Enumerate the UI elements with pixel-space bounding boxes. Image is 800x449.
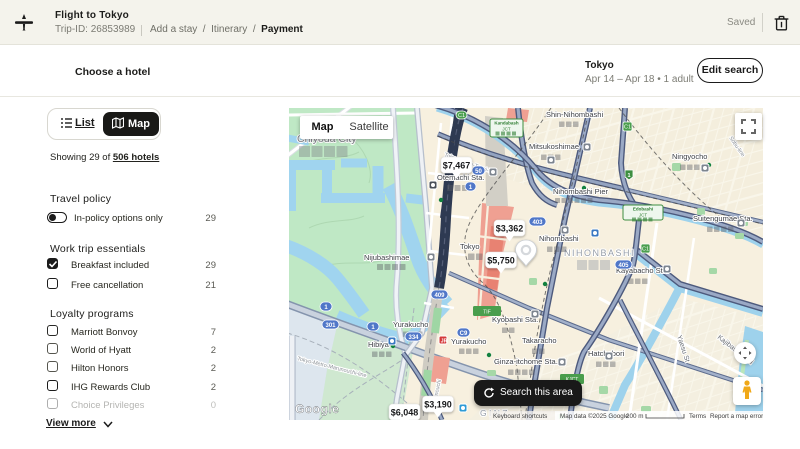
svg-text:$3,190: $3,190	[424, 399, 452, 409]
svg-text:Report a map error: Report a map error	[710, 413, 763, 420]
svg-text:Keyboard shortcuts: Keyboard shortcuts	[493, 413, 547, 420]
svg-text:C1: C1	[458, 113, 465, 119]
svg-text:Mitsukoshimae: Mitsukoshimae	[529, 142, 579, 151]
svg-text:$5,750: $5,750	[487, 255, 515, 265]
svg-text:JCT: JCT	[639, 213, 647, 218]
svg-text:50: 50	[475, 169, 482, 175]
svg-text:Ningyocho: Ningyocho	[672, 152, 707, 161]
svg-text:Takaracho: Takaracho	[522, 336, 557, 345]
svg-text:$7,467: $7,467	[443, 160, 471, 170]
svg-text:Map data ©2025 Google: Map data ©2025 Google	[560, 412, 629, 420]
svg-text:NIHONBASHI: NIHONBASHI	[564, 248, 635, 258]
svg-text:Ginza-itchome Sta.: Ginza-itchome Sta.	[494, 357, 558, 366]
svg-text:Nihombashi Pier: Nihombashi Pier	[553, 187, 609, 196]
svg-text:Nihombashi: Nihombashi	[539, 234, 579, 243]
svg-text:Yurakucho: Yurakucho	[393, 320, 428, 329]
svg-text:C1: C1	[642, 247, 649, 253]
svg-text:TIF: TIF	[483, 309, 491, 315]
svg-text:403: 403	[532, 220, 543, 226]
svg-text:C1: C1	[624, 125, 631, 131]
svg-text:Yurakucho: Yurakucho	[451, 337, 486, 346]
svg-text:1: 1	[627, 173, 630, 179]
svg-text:$3,362: $3,362	[496, 223, 524, 233]
svg-text:Tokyo: Tokyo	[460, 242, 480, 251]
svg-text:200 m: 200 m	[626, 413, 644, 420]
svg-text:405: 405	[618, 263, 629, 269]
svg-text:C9: C9	[460, 331, 468, 337]
svg-text:Hibiya: Hibiya	[368, 340, 390, 349]
svg-text:Shin-Nihombashi: Shin-Nihombashi	[546, 110, 603, 119]
svg-text:301: 301	[325, 323, 336, 329]
svg-text:409: 409	[434, 293, 445, 299]
svg-text:Edobashi: Edobashi	[633, 207, 653, 212]
svg-text:334: 334	[408, 335, 419, 341]
svg-text:JR: JR	[441, 338, 448, 344]
svg-text:JCT: JCT	[502, 127, 510, 132]
svg-text:Google: Google	[295, 402, 339, 416]
svg-text:Kandabash: Kandabash	[494, 121, 519, 126]
svg-text:Terms: Terms	[689, 413, 706, 420]
svg-text:$6,048: $6,048	[391, 407, 419, 417]
svg-text:Nijubashimae: Nijubashimae	[364, 253, 409, 262]
